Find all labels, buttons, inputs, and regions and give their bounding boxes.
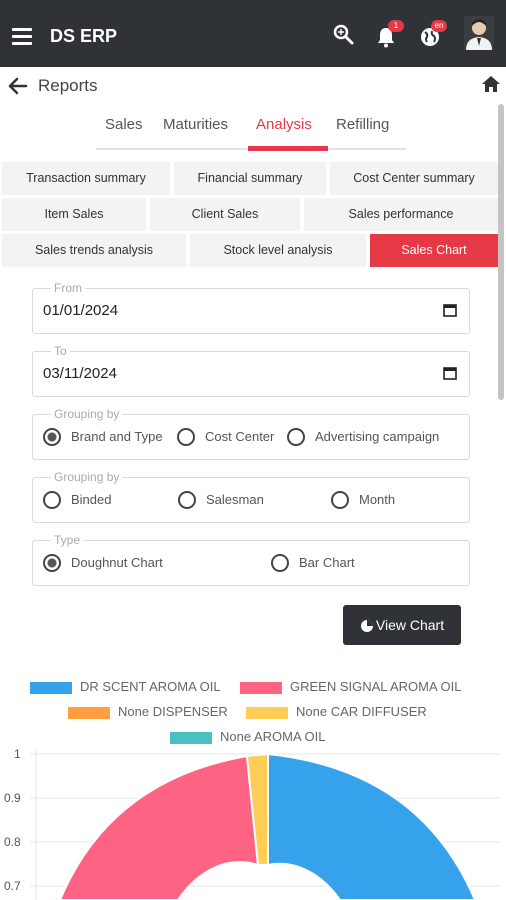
chip-transaction-summary[interactable]: Transaction summary [2,162,170,195]
tab-sales[interactable]: Sales [105,116,143,133]
avatar[interactable] [464,16,494,50]
radio-label: Brand and Type [71,429,163,444]
notifications-button[interactable]: 1 [375,20,404,48]
legend-swatch [246,706,288,719]
legend-label: None CAR DIFFUSER [296,704,427,719]
home-icon[interactable] [481,75,501,93]
tab-maturities[interactable]: Maturities [163,116,228,133]
calendar-icon[interactable] [443,366,457,380]
from-label: From [51,281,85,295]
chip-sales-trends-analysis[interactable]: Sales trends analysis [2,234,186,267]
scrollbar[interactable] [498,104,504,400]
grouping-by-label: Grouping by [51,470,123,484]
chip-stock-level-analysis[interactable]: Stock level analysis [190,234,366,267]
slice-dr-scent-aroma-oil[interactable] [267,752,477,900]
radio-label: Salesman [206,492,264,507]
to-date-value[interactable]: 03/11/2024 [43,365,117,382]
notification-badge: 1 [388,20,404,32]
legend-item[interactable]: None DISPENSER [68,704,228,719]
from-date-field[interactable]: From 01/01/2024 [32,281,470,334]
chip-financial-summary[interactable]: Financial summary [174,162,326,195]
legend-item[interactable]: GREEN SIGNAL AROMA OIL [240,679,461,694]
radio-icon [43,491,61,509]
radio-icon [177,428,195,446]
legend-label: GREEN SIGNAL AROMA OIL [290,679,462,694]
chip-cost-center-summary[interactable]: Cost Center summary [330,162,498,195]
app-header: DS ERP 1 en [0,0,506,67]
radio-label: Bar Chart [299,555,355,570]
chart-type-group: Type Doughnut Chart Bar Chart [32,533,470,586]
radio-icon [287,428,305,446]
menu-icon[interactable] [12,28,32,45]
calendar-icon[interactable] [443,303,457,317]
legend-label: DR SCENT AROMA OIL [80,679,221,694]
chip-sales-performance[interactable]: Sales performance [304,198,498,231]
from-date-value[interactable]: 01/01/2024 [43,302,118,319]
radio-label: Advertising campaign [315,429,440,444]
chip-sales-chart[interactable]: Sales Chart [370,234,498,267]
radio-label: Binded [71,492,112,507]
radio-label: Doughnut Chart [71,555,163,570]
to-date-field[interactable]: To 03/11/2024 [32,344,470,397]
search-icon[interactable] [333,24,355,46]
language-button[interactable]: en [419,20,447,48]
grouping-by-secondary-group: Grouping by Binded Salesman Month [32,470,470,523]
legend-label: None DISPENSER [118,704,228,719]
chart-canvas [30,750,500,900]
radio-icon [178,491,196,509]
grouping-by-label: Grouping by [51,407,123,421]
view-chart-button[interactable]: View Chart [343,605,461,645]
type-label: Type [51,533,84,547]
legend-item[interactable]: None CAR DIFFUSER [246,704,427,719]
page-title: Reports [38,76,98,95]
tab-refilling[interactable]: Refilling [336,116,389,133]
radio-selected-icon [43,554,61,572]
pie-chart-icon [360,620,373,633]
view-chart-label: View Chart [375,617,445,633]
radio-label: Month [359,492,396,507]
radio-icon [271,554,289,572]
radio-label: Cost Center [205,429,275,444]
legend-swatch [68,706,110,719]
language-badge: en [431,20,447,32]
legend-item[interactable]: DR SCENT AROMA OIL [30,679,221,694]
radio-selected-icon [43,428,61,446]
app-title: DS ERP [50,26,118,46]
active-tab-indicator [248,146,328,151]
tab-analysis[interactable]: Analysis [256,116,312,133]
chip-client-sales[interactable]: Client Sales [150,198,300,231]
legend-swatch [30,681,72,694]
to-label: To [51,344,70,358]
legend-swatch [240,681,282,694]
back-arrow-icon[interactable] [8,76,28,96]
radio-icon [331,491,349,509]
grouping-by-group: Grouping by Brand and Type Cost Center A… [32,407,470,460]
slice-green-signal-aroma-oil[interactable] [58,754,260,900]
chip-item-sales[interactable]: Item Sales [2,198,146,231]
